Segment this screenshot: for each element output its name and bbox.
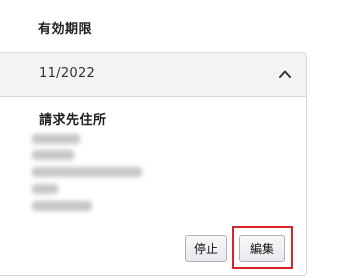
chevron-up-icon[interactable] xyxy=(277,66,293,82)
expiry-value: 11/2022 xyxy=(39,66,96,81)
redacted-line xyxy=(32,201,92,211)
redacted-line xyxy=(32,134,80,144)
redacted-line xyxy=(32,184,58,194)
redacted-line xyxy=(32,167,142,177)
card-header[interactable]: 11/2022 xyxy=(0,53,306,97)
edit-button[interactable]: 編集 xyxy=(239,235,285,262)
stop-button[interactable]: 停止 xyxy=(185,235,227,262)
expiry-label: 有効期限 xyxy=(38,22,93,37)
redacted-line xyxy=(32,150,74,160)
billing-address-label: 請求先住所 xyxy=(39,113,107,128)
payment-card-panel: 11/2022 請求先住所 停止 編集 xyxy=(0,52,307,276)
